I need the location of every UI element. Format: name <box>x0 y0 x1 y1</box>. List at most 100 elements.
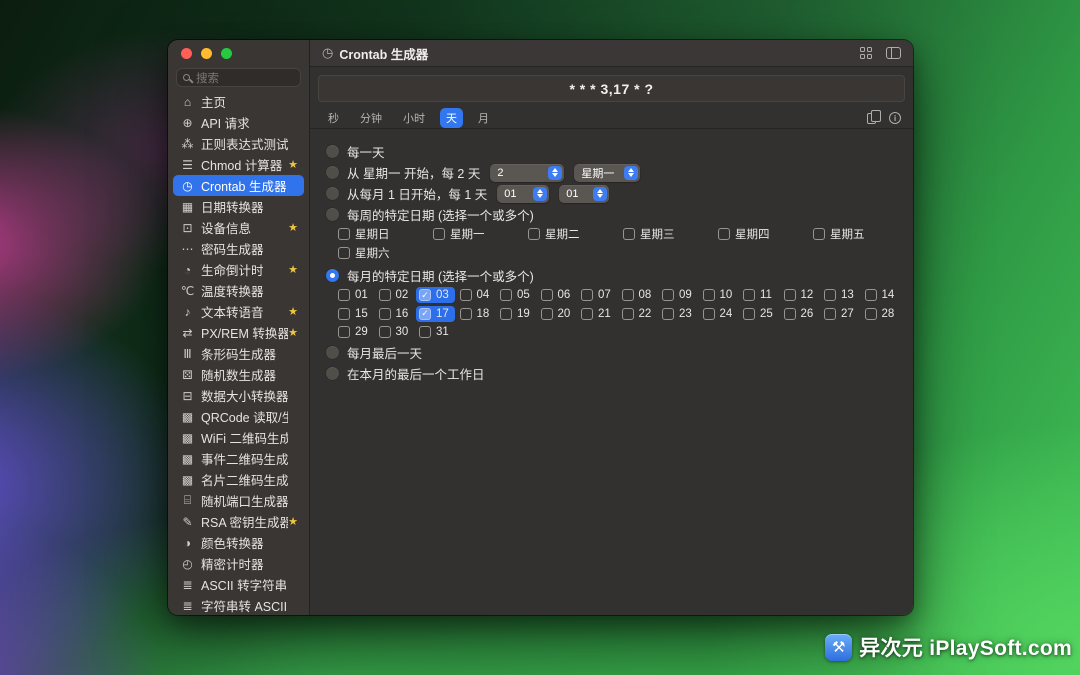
radio-every-day[interactable] <box>326 145 339 158</box>
date-checkbox[interactable]: ✓21 <box>581 305 622 324</box>
date-checkbox[interactable]: ✓28 <box>865 305 906 324</box>
tab[interactable]: 秒 <box>322 108 345 128</box>
start-day-select[interactable]: 01 <box>559 185 609 203</box>
date-checkbox[interactable]: ✓15 <box>338 305 379 324</box>
sidebar-item[interactable]: Ⅲ 条形码生成器 ★ <box>173 343 304 364</box>
date-checkbox[interactable]: ✓29 <box>338 323 379 342</box>
tab[interactable]: 月 <box>472 108 495 128</box>
sidebar-item[interactable]: ◷ Crontab 生成器 ★ <box>173 175 304 196</box>
option-every-day[interactable]: 每一天 <box>318 141 899 162</box>
date-checkbox[interactable]: ✓17 <box>419 305 460 324</box>
day-interval-select[interactable]: 01 <box>497 185 549 203</box>
option-last-day[interactable]: 每月最后一天 <box>318 342 899 363</box>
sidebar-item[interactable]: ◴ 精密计时器 ★ <box>173 553 304 574</box>
interval-select[interactable]: 2 <box>490 164 564 182</box>
sidebar-item[interactable]: ▩ 事件二维码生成器 ★ <box>173 448 304 469</box>
apps-grid-icon[interactable] <box>860 47 873 60</box>
date-checkbox[interactable]: ✓05 <box>500 286 541 305</box>
checkbox-icon: ✓ <box>338 308 350 320</box>
date-checkbox[interactable]: ✓30 <box>379 323 420 342</box>
radio-last-workday[interactable] <box>326 367 339 380</box>
date-checkbox[interactable]: ✓14 <box>865 286 906 305</box>
date-checkbox[interactable]: ✓06 <box>541 286 582 305</box>
weekday-checkbox[interactable]: ✓星期二 <box>528 225 623 244</box>
weekday-checkbox[interactable]: ✓星期五 <box>813 225 908 244</box>
date-checkbox[interactable]: ✓23 <box>662 305 703 324</box>
sidebar-toggle-icon[interactable] <box>886 47 901 59</box>
sidebar-item[interactable]: ⇄ PX/REM 转换器 ★ <box>173 322 304 343</box>
date-checkbox[interactable]: ✓13 <box>824 286 865 305</box>
date-checkbox[interactable]: ✓18 <box>460 305 501 324</box>
date-checkbox[interactable]: ✓16 <box>379 305 420 324</box>
date-checkbox[interactable]: ✓26 <box>784 305 825 324</box>
sidebar-item[interactable]: ♪ 文本转语音 ★ <box>173 301 304 322</box>
sidebar-item[interactable]: ▩ WiFi 二维码生成器 ★ <box>173 427 304 448</box>
cron-expression[interactable]: * * * 3,17 * ? <box>318 75 905 102</box>
date-checkbox[interactable]: ✓25 <box>743 305 784 324</box>
sidebar-item[interactable]: ⌸ 随机端口生成器 ★ <box>173 490 304 511</box>
date-checkbox[interactable]: ✓02 <box>379 286 420 305</box>
radio-specific-dates[interactable] <box>326 269 339 282</box>
sidebar-item[interactable]: ☰ Chmod 计算器 ★ <box>173 154 304 175</box>
sidebar-item[interactable]: ≣ ASCII 转字符串 ★ <box>173 574 304 595</box>
sidebar-item[interactable]: ⊕ API 请求 ★ <box>173 112 304 133</box>
date-checkbox[interactable]: ✓12 <box>784 286 825 305</box>
weekday-checkbox[interactable]: ✓星期三 <box>623 225 718 244</box>
weekday-select[interactable]: 星期一 <box>574 164 640 182</box>
tab[interactable]: 小时 <box>397 108 431 128</box>
sidebar-item[interactable]: ✎ RSA 密钥生成器 ★ <box>173 511 304 532</box>
date-checkbox[interactable]: ✓19 <box>500 305 541 324</box>
weekday-checkbox[interactable]: ✓星期四 <box>718 225 813 244</box>
weekday-checkbox[interactable]: ✓星期日 <box>338 225 433 244</box>
sidebar-item[interactable]: ≣ 字符串转 ASCII ★ <box>173 595 304 615</box>
option-month-interval[interactable]: 从每月 1 日开始，每 1 天 01 01 <box>318 183 899 204</box>
option-specific-weekdays[interactable]: 每周的特定日期 (选择一个或多个) <box>318 204 899 225</box>
close-button[interactable] <box>181 48 192 59</box>
option-week-interval[interactable]: 从 星期一 开始，每 2 天 2 星期一 <box>318 162 899 183</box>
minimize-button[interactable] <box>201 48 212 59</box>
sidebar-item[interactable]: ⁂ 正则表达式测试 ★ <box>173 133 304 154</box>
sidebar-item[interactable]: ▩ 名片二维码生成器 ★ <box>173 469 304 490</box>
zoom-button[interactable] <box>221 48 232 59</box>
date-checkbox[interactable]: ✓11 <box>743 286 784 305</box>
tab[interactable]: 天 <box>440 108 463 128</box>
date-checkbox[interactable]: ✓27 <box>824 305 865 324</box>
option-last-workday[interactable]: 在本月的最后一个工作日 <box>318 363 899 384</box>
date-checkbox[interactable]: ✓10 <box>703 286 744 305</box>
copy-icon[interactable] <box>867 113 876 124</box>
sidebar-item[interactable]: ▦ 日期转换器 ★ <box>173 196 304 217</box>
search-input[interactable]: 搜索 <box>176 68 301 87</box>
date-checkbox[interactable]: ✓03 <box>419 286 460 305</box>
date-checkbox[interactable]: ✓09 <box>662 286 703 305</box>
radio-week-interval[interactable] <box>326 166 339 179</box>
sidebar-item[interactable]: ⌂ 主页 ★ <box>173 91 304 112</box>
radio-last-day[interactable] <box>326 346 339 359</box>
weekday-checkbox[interactable]: ✓星期六 <box>338 244 433 263</box>
option-specific-dates[interactable]: 每月的特定日期 (选择一个或多个) <box>318 265 899 286</box>
radio-month-interval[interactable] <box>326 187 339 200</box>
sidebar-item[interactable]: ⊡ 设备信息 ★ <box>173 217 304 238</box>
sidebar-item-label: 字符串转 ASCII <box>201 596 287 615</box>
sidebar-item-label: 随机端口生成器 <box>201 491 288 510</box>
titlebar: ◷ Crontab 生成器 <box>310 40 913 67</box>
sidebar-item[interactable]: ⚄ 随机数生成器 ★ <box>173 364 304 385</box>
radio-specific-weekdays[interactable] <box>326 208 339 221</box>
tab[interactable]: 分钟 <box>354 108 388 128</box>
date-checkbox[interactable]: ✓01 <box>338 286 379 305</box>
sidebar-item[interactable]: ◑ 颜色转换器 ★ <box>173 532 304 553</box>
sidebar-item[interactable]: ▩ QRCode 读取/生成器 ★ <box>173 406 304 427</box>
sidebar-item[interactable]: ⋯ 密码生成器 ★ <box>173 238 304 259</box>
sidebar-item[interactable]: ℃ 温度转换器 ★ <box>173 280 304 301</box>
date-checkbox[interactable]: ✓31 <box>419 323 460 342</box>
sidebar-item[interactable]: ◔ 生命倒计时 ★ <box>173 259 304 280</box>
date-checkbox[interactable]: ✓08 <box>622 286 663 305</box>
date-checkbox[interactable]: ✓07 <box>581 286 622 305</box>
date-checkbox[interactable]: ✓04 <box>460 286 501 305</box>
date-checkbox[interactable]: ✓20 <box>541 305 582 324</box>
sidebar-item[interactable]: ⊟ 数据大小转换器 ★ <box>173 385 304 406</box>
checkbox-icon: ✓ <box>338 289 350 301</box>
date-checkbox[interactable]: ✓24 <box>703 305 744 324</box>
date-checkbox[interactable]: ✓22 <box>622 305 663 324</box>
weekday-checkbox[interactable]: ✓星期一 <box>433 225 528 244</box>
info-icon[interactable]: i <box>889 112 901 124</box>
